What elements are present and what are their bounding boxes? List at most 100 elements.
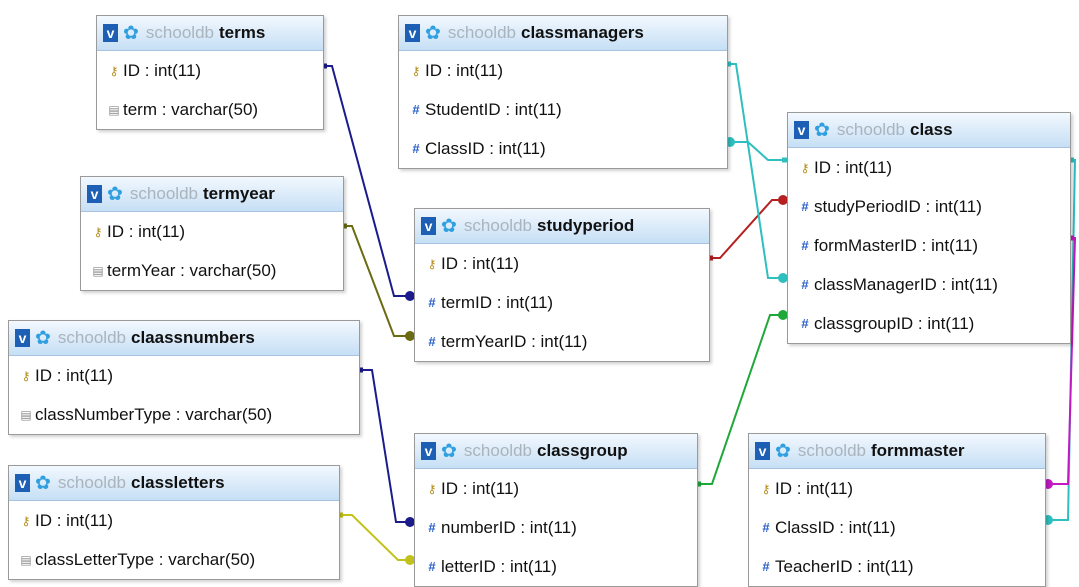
relation-line-claassnumbers — [358, 369, 414, 523]
table-classmanagers[interactable]: v ✿ schooldb classmanagers ⚷ ID : int(11) # Stu… — [398, 15, 728, 169]
table-header[interactable]: v ✿ schooldb classmanagers — [399, 16, 727, 51]
column-row[interactable]: ⚷ ID : int(11) — [97, 51, 323, 90]
gear-icon[interactable]: ✿ — [35, 329, 51, 348]
column-label: TeacherID : int(11) — [775, 556, 914, 576]
table-terms[interactable]: v ✿ schooldb terms ⚷ ID : int(11) ▤ term : varc… — [96, 15, 324, 130]
column-row[interactable]: ▤ classNumberType : varchar(50) — [9, 395, 359, 434]
column-label: studyPeriodID : int(11) — [814, 196, 982, 216]
gear-icon[interactable]: ✿ — [775, 442, 791, 461]
column-row[interactable]: ⚷ ID : int(11) — [749, 469, 1045, 508]
column-label: termYear : varchar(50) — [107, 260, 277, 280]
column-row[interactable]: # ClassID : int(11) — [749, 508, 1045, 547]
column-row[interactable]: ⚷ ID : int(11) — [415, 244, 709, 283]
column-label: formMasterID : int(11) — [814, 235, 979, 255]
key-icon: ⚷ — [427, 481, 437, 496]
table-classletters[interactable]: v ✿ schooldb classletters ⚷ ID : int(11) ▤ clas… — [8, 465, 340, 580]
table-header[interactable]: v ✿ schooldb formmaster — [749, 434, 1045, 469]
table-header[interactable]: v ✿ schooldb class — [788, 113, 1070, 148]
table-header[interactable]: v ✿ schooldb classgroup — [415, 434, 697, 469]
view-options-button[interactable]: v — [405, 24, 420, 42]
key-icon: ⚷ — [761, 481, 771, 496]
gear-icon[interactable]: ✿ — [107, 185, 123, 204]
column-label: ID : int(11) — [35, 510, 114, 530]
column-row[interactable]: ⚷ ID : int(11) — [399, 51, 727, 90]
database-name: schooldb — [797, 441, 866, 460]
column-label: ClassID : int(11) — [425, 138, 546, 158]
key-icon: ⚷ — [21, 368, 31, 383]
gear-icon[interactable]: ✿ — [35, 474, 51, 493]
column-label: classgroupID : int(11) — [814, 313, 975, 333]
column-row[interactable]: # ClassID : int(11) — [399, 129, 727, 168]
column-row[interactable]: ⚷ ID : int(11) — [81, 212, 343, 251]
column-label: ID : int(11) — [35, 365, 114, 385]
table-header[interactable]: v ✿ schooldb termyear — [81, 177, 343, 212]
column-row[interactable]: # formMasterID : int(11) — [788, 226, 1070, 265]
table-header[interactable]: v ✿ schooldb claassnumbers — [9, 321, 359, 356]
view-options-button[interactable]: v — [15, 329, 30, 347]
text-column-icon: ▤ — [92, 263, 104, 278]
column-label: ClassID : int(11) — [775, 517, 896, 537]
view-options-button[interactable]: v — [103, 24, 118, 42]
view-options-button[interactable]: v — [755, 442, 770, 460]
numeric-column-icon: # — [412, 102, 420, 117]
column-row[interactable]: # termYearID : int(11) — [415, 322, 709, 361]
table-name: classletters — [130, 473, 225, 492]
column-row[interactable]: ⚷ ID : int(11) — [415, 469, 697, 508]
table-formmaster[interactable]: v ✿ schooldb formmaster ⚷ ID : int(11) # ClassI… — [748, 433, 1046, 587]
gear-icon[interactable]: ✿ — [814, 121, 830, 140]
database-name: schooldb — [145, 23, 214, 42]
view-options-button[interactable]: v — [421, 217, 436, 235]
table-class[interactable]: v ✿ schooldb class ⚷ ID : int(11) # studyPeriod… — [787, 112, 1071, 344]
numeric-column-icon: # — [428, 520, 436, 535]
column-row[interactable]: # numberID : int(11) — [415, 508, 697, 547]
table-studyperiod[interactable]: v ✿ schooldb studyperiod ⚷ ID : int(11) # termI… — [414, 208, 710, 362]
column-row[interactable]: # classgroupID : int(11) — [788, 304, 1070, 343]
text-column-icon: ▤ — [20, 552, 32, 567]
gear-icon[interactable]: ✿ — [441, 442, 457, 461]
column-row[interactable]: # letterID : int(11) — [415, 547, 697, 586]
database-name: schooldb — [447, 23, 516, 42]
column-row[interactable]: ▤ term : varchar(50) — [97, 90, 323, 129]
column-row[interactable]: ▤ termYear : varchar(50) — [81, 251, 343, 290]
table-header[interactable]: v ✿ schooldb terms — [97, 16, 323, 51]
table-header[interactable]: v ✿ schooldb classletters — [9, 466, 339, 501]
gear-icon[interactable]: ✿ — [441, 217, 457, 236]
column-row[interactable]: ⚷ ID : int(11) — [788, 148, 1070, 187]
table-name: class — [909, 120, 953, 139]
numeric-column-icon: # — [762, 559, 770, 574]
key-icon: ⚷ — [411, 63, 421, 78]
view-options-button[interactable]: v — [794, 121, 809, 139]
table-name: terms — [218, 23, 266, 42]
column-row[interactable]: ⚷ ID : int(11) — [9, 356, 359, 395]
gear-icon[interactable]: ✿ — [425, 24, 441, 43]
numeric-column-icon: # — [801, 316, 809, 331]
column-label: classNumberType : varchar(50) — [35, 404, 273, 424]
relation-line-classletters — [338, 514, 414, 561]
view-options-button[interactable]: v — [87, 185, 102, 203]
table-header[interactable]: v ✿ schooldb studyperiod — [415, 209, 709, 244]
column-row[interactable]: # classManagerID : int(11) — [788, 265, 1070, 304]
table-name: formmaster — [870, 441, 965, 460]
column-row[interactable]: # studyPeriodID : int(11) — [788, 187, 1070, 226]
column-label: letterID : int(11) — [441, 556, 557, 576]
gear-icon[interactable]: ✿ — [123, 24, 139, 43]
numeric-column-icon: # — [428, 334, 436, 349]
column-row[interactable]: # StudentID : int(11) — [399, 90, 727, 129]
key-icon: ⚷ — [800, 160, 810, 175]
text-column-icon: ▤ — [108, 102, 120, 117]
column-row[interactable]: # TeacherID : int(11) — [749, 547, 1045, 586]
column-row[interactable]: ⚷ ID : int(11) — [9, 501, 339, 540]
table-termyear[interactable]: v ✿ schooldb termyear ⚷ ID : int(11) ▤ termYear… — [80, 176, 344, 291]
relation-line-classmanagers — [726, 63, 787, 279]
numeric-column-icon: # — [428, 295, 436, 310]
view-options-button[interactable]: v — [421, 442, 436, 460]
table-claassnumbers[interactable]: v ✿ schooldb claassnumbers ⚷ ID : int(11) ▤ cla… — [8, 320, 360, 435]
database-name: schooldb — [57, 328, 126, 347]
table-classgroup[interactable]: v ✿ schooldb classgroup ⚷ ID : int(11) # number… — [414, 433, 698, 587]
column-label: termID : int(11) — [441, 292, 554, 312]
view-options-button[interactable]: v — [15, 474, 30, 492]
column-row[interactable]: # termID : int(11) — [415, 283, 709, 322]
numeric-column-icon: # — [801, 238, 809, 253]
numeric-column-icon: # — [412, 141, 420, 156]
column-row[interactable]: ▤ classLetterType : varchar(50) — [9, 540, 339, 579]
